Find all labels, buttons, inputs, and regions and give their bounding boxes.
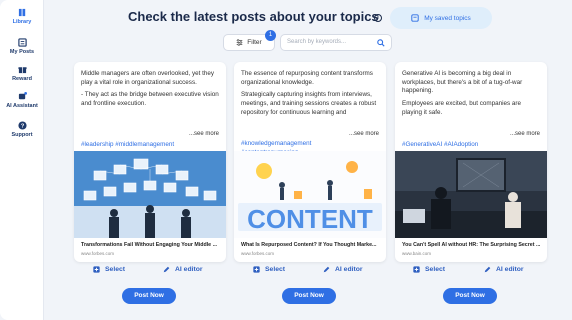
- post-text: Generative AI is becoming a big deal in …: [402, 70, 540, 122]
- article-title[interactable]: Transformations Fail Without Engaging Yo…: [81, 242, 221, 248]
- select-button[interactable]: Select: [253, 266, 285, 273]
- info-icon[interactable]: i: [374, 14, 382, 22]
- bookmark-icon: [411, 14, 419, 22]
- see-more-link[interactable]: ...see more: [189, 131, 219, 137]
- svg-text:CONTENT: CONTENT: [247, 204, 373, 234]
- post-card: The essence of repurposing content trans…: [234, 62, 386, 262]
- sidebar-item-support[interactable]: ? Support: [0, 121, 44, 138]
- pencil-icon: [484, 266, 491, 273]
- post-card: Generative AI is becoming a big deal in …: [395, 62, 547, 262]
- post-paragraph: Generative AI is becoming a big deal in …: [402, 70, 523, 95]
- sidebar-item-label: Library: [12, 19, 32, 25]
- post-text: Middle managers are often overlooked, ye…: [81, 70, 219, 113]
- select-icon: [413, 266, 420, 273]
- sidebar-item-label: Reward: [12, 76, 32, 82]
- post-paragraph: Employees are excited, but companies are…: [402, 100, 522, 116]
- pencil-icon: [323, 266, 330, 273]
- sidebar-item-label: Support: [11, 132, 33, 138]
- select-button[interactable]: Select: [93, 266, 125, 273]
- hashtags: #GenerativeAI #AIAdoption: [402, 141, 479, 148]
- app-frame: Library My Posts Reward AI Assistant ? S…: [0, 0, 572, 320]
- select-label: Select: [105, 266, 126, 273]
- sidebar-item-reward[interactable]: Reward: [0, 65, 44, 82]
- filter-count-badge: 1: [265, 30, 276, 41]
- sidebar-item-label: AI Assistant: [6, 103, 38, 109]
- post-now-button[interactable]: Post Now: [122, 288, 176, 304]
- post-paragraph: Middle managers are often overlooked, ye…: [81, 70, 215, 86]
- ai-editor-button[interactable]: AI editor: [323, 266, 363, 273]
- see-more-link[interactable]: ...see more: [349, 131, 379, 137]
- sidebar-item-ai-assistant[interactable]: AI Assistant: [0, 92, 44, 109]
- article-domain: www.bain.com: [402, 251, 432, 256]
- search-input[interactable]: Search by keywords...: [280, 34, 392, 51]
- article-title[interactable]: You Can't Spell AI without HR: The Surpr…: [402, 242, 542, 248]
- select-icon: [253, 266, 260, 273]
- article-image: [74, 151, 226, 238]
- article-domain: www.forbes.com: [81, 251, 115, 256]
- select-label: Select: [425, 266, 446, 273]
- ai-assistant-icon: [18, 92, 27, 100]
- ai-editor-button[interactable]: AI editor: [163, 266, 203, 273]
- post-paragraph: The essence of repurposing content trans…: [241, 70, 373, 86]
- search-icon[interactable]: [377, 39, 385, 47]
- select-icon: [93, 266, 100, 273]
- support-icon: ?: [17, 121, 27, 130]
- ai-editor-label: AI editor: [496, 266, 524, 273]
- post-text: The essence of repurposing content trans…: [241, 70, 379, 122]
- sidebar-item-my-posts[interactable]: My Posts: [0, 38, 44, 55]
- article-domain: www.forbes.com: [241, 251, 275, 256]
- select-label: Select: [265, 266, 286, 273]
- filter-label: Filter: [247, 39, 262, 46]
- reward-icon: [17, 66, 27, 74]
- ai-editor-label: AI editor: [175, 266, 203, 273]
- see-more-link[interactable]: ...see more: [510, 131, 540, 137]
- posts-icon: [17, 38, 27, 47]
- page-title: Check the latest posts about your topics: [128, 9, 379, 24]
- post-paragraph: Strategically capturing insights from in…: [241, 91, 377, 116]
- post-now-button[interactable]: Post Now: [282, 288, 336, 304]
- hashtags: #leadership #middlemanagement: [81, 141, 175, 148]
- my-saved-topics-button[interactable]: My saved topics: [390, 7, 492, 29]
- post-card: Middle managers are often overlooked, ye…: [74, 62, 226, 262]
- post-paragraph: - They act as the bridge between executi…: [81, 91, 219, 108]
- saved-topics-label: My saved topics: [424, 14, 471, 22]
- search-placeholder: Search by keywords...: [287, 39, 347, 45]
- svg-text:?: ?: [20, 124, 24, 130]
- sidebar-item-label: My Posts: [9, 49, 35, 55]
- article-image: CONTENT: [234, 151, 386, 238]
- select-button[interactable]: Select: [413, 266, 445, 273]
- sidebar-item-library[interactable]: Library: [0, 8, 44, 25]
- ai-editor-label: AI editor: [335, 266, 363, 273]
- post-now-button[interactable]: Post Now: [443, 288, 497, 304]
- sidebar: Library My Posts Reward AI Assistant ? S…: [0, 0, 44, 320]
- article-title[interactable]: What Is Repurposed Content? If You Thoug…: [241, 242, 381, 248]
- article-image: [395, 151, 547, 238]
- ai-editor-button[interactable]: AI editor: [484, 266, 524, 273]
- pencil-icon: [163, 266, 170, 273]
- filter-icon: [236, 39, 243, 46]
- library-icon: [18, 8, 25, 17]
